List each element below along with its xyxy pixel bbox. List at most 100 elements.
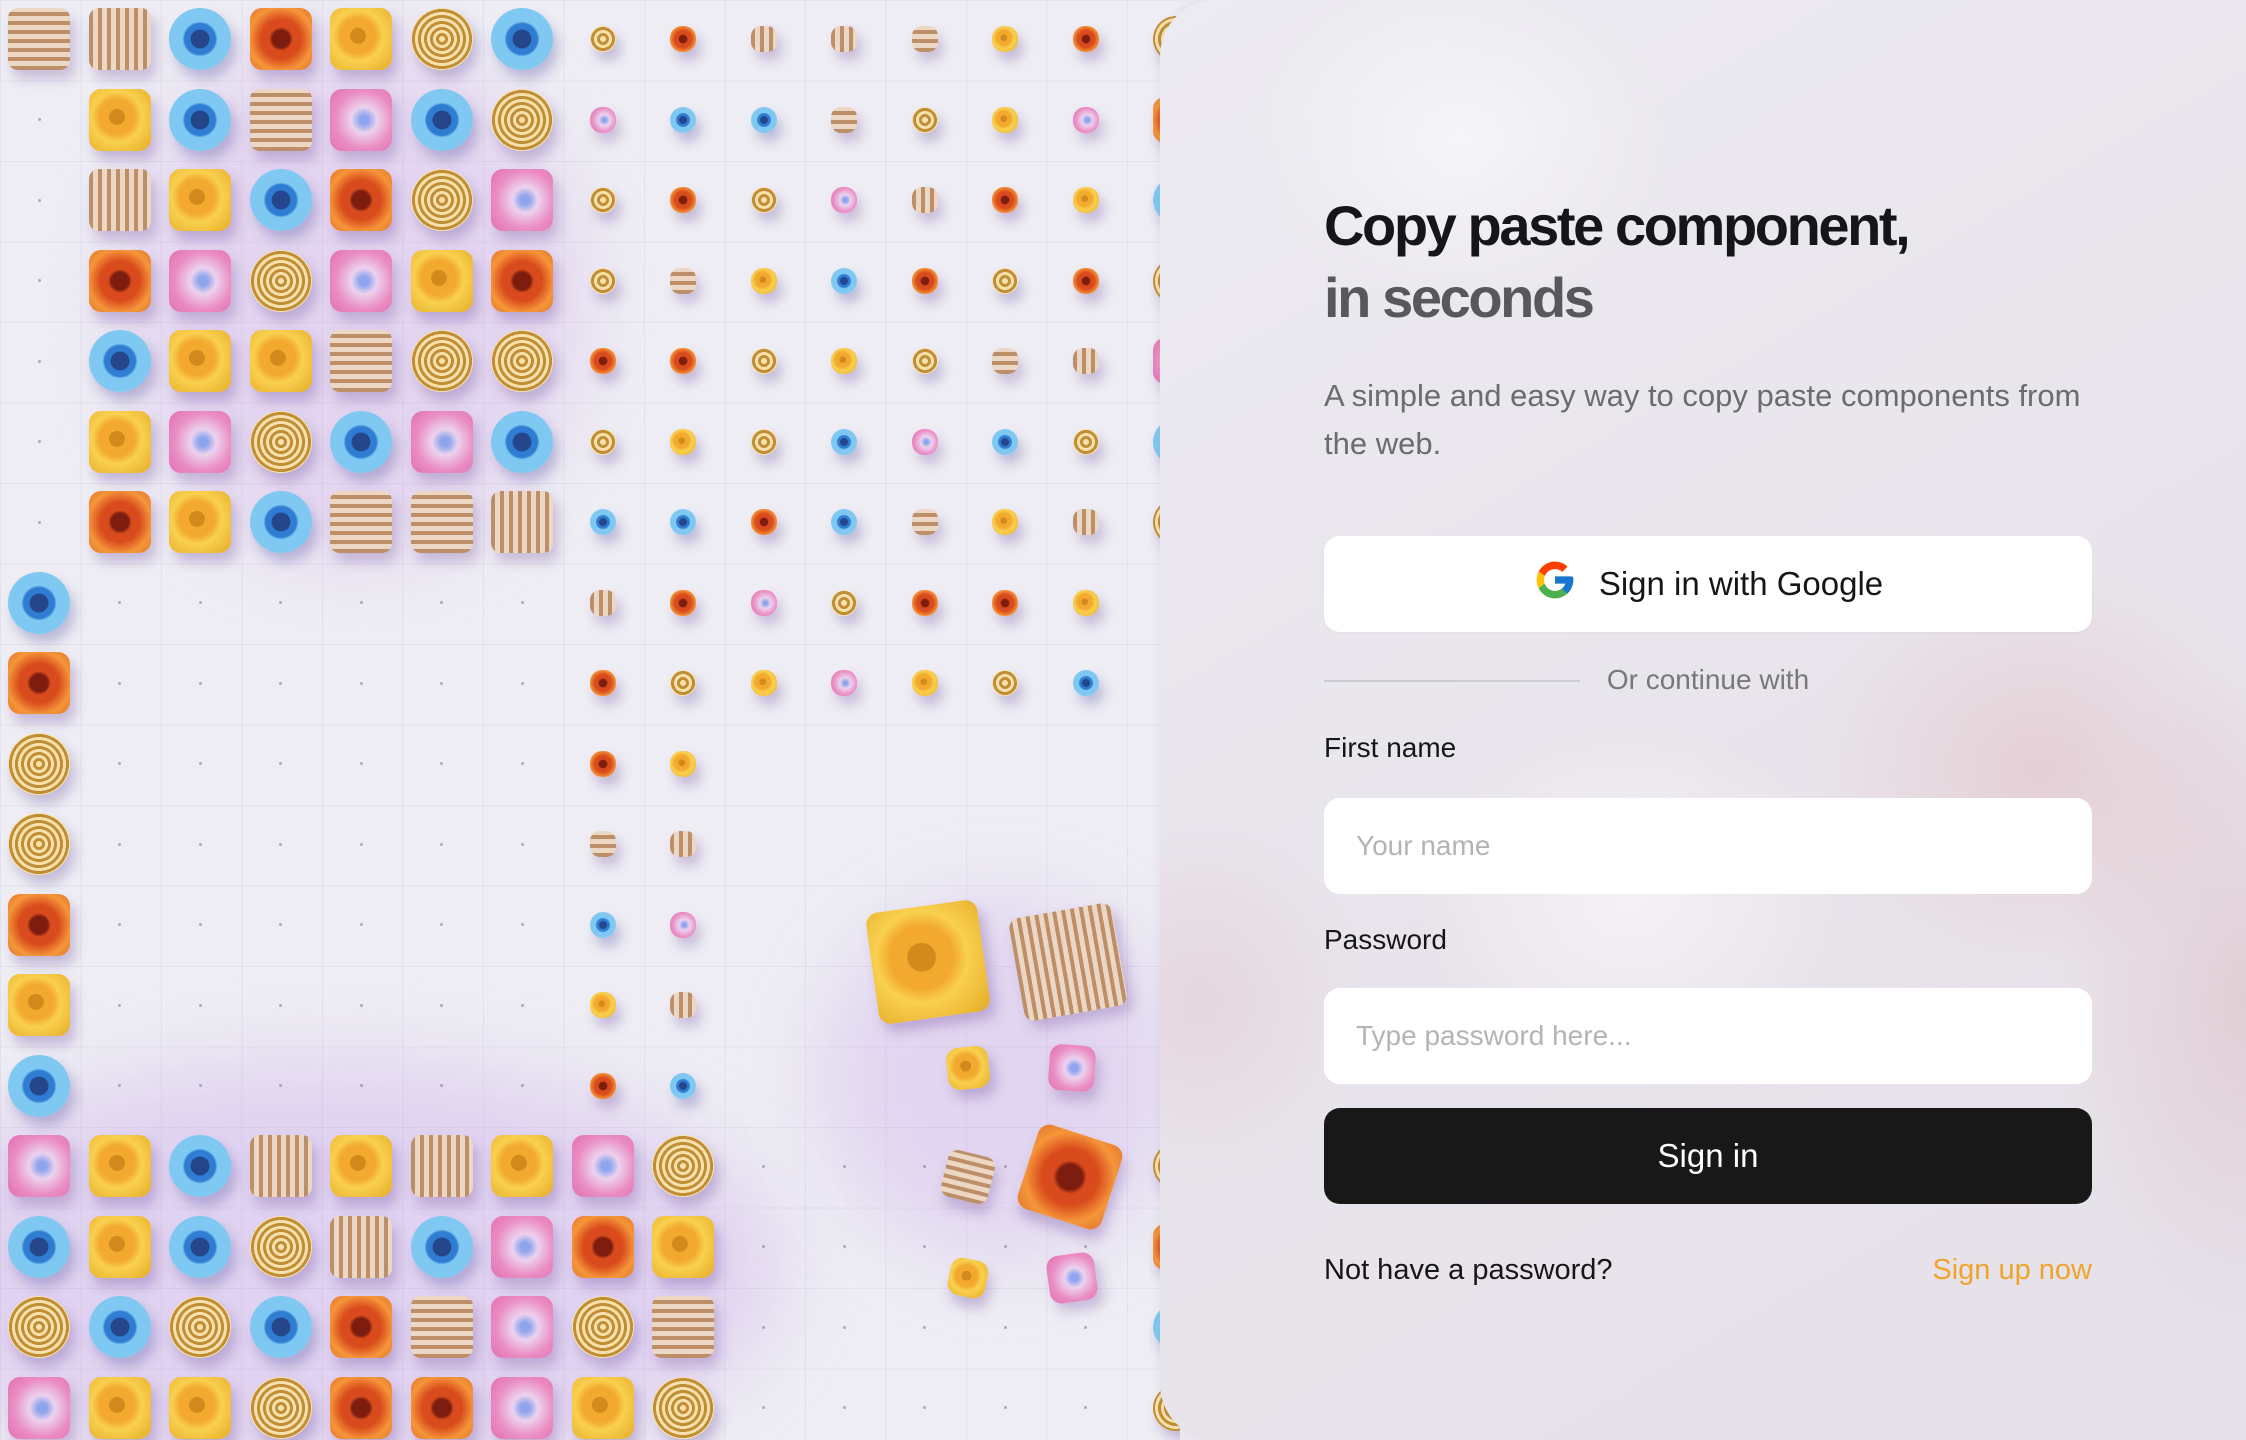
- decor-dot: [762, 1325, 765, 1329]
- sign-in-button[interactable]: Sign in: [1324, 1108, 2092, 1204]
- decor-tile: [670, 992, 696, 1018]
- decor-dot: [37, 279, 41, 282]
- decor-dot: [923, 1164, 926, 1168]
- decor-tile: [491, 169, 553, 231]
- decor-dot: [842, 1406, 846, 1409]
- decor-tile: [330, 8, 392, 70]
- decor-dot: [520, 1084, 524, 1087]
- decor-tile: [911, 26, 938, 52]
- decor-dot: [1003, 1245, 1007, 1248]
- decor-dot: [440, 681, 443, 685]
- decor-tile: [249, 330, 312, 392]
- google-button-label: Sign in with Google: [1598, 565, 1884, 602]
- decor-tile: [169, 1376, 231, 1439]
- decor-tile: [330, 491, 392, 553]
- decor-tile: [8, 974, 70, 1036]
- decor-tile: [911, 106, 938, 133]
- decor-tile: [249, 1296, 312, 1358]
- google-sign-in-button[interactable]: Sign in with Google: [1324, 536, 2092, 632]
- decor-tile: [670, 187, 696, 213]
- decor-dot: [118, 1084, 121, 1087]
- decor-tile: [831, 348, 857, 374]
- decor-dot: [359, 842, 363, 846]
- decor-tile: [750, 187, 777, 213]
- decor-dot: [520, 681, 524, 685]
- decor-dot: [118, 842, 121, 846]
- first-name-input[interactable]: [1324, 798, 2092, 894]
- decor-tile: [169, 410, 231, 473]
- decor-tile: [944, 1044, 992, 1092]
- divider: Or continue with: [1324, 664, 2092, 696]
- decor-dot: [279, 601, 282, 604]
- decor-tile: [1072, 106, 1099, 133]
- decor-tile: [652, 1215, 714, 1278]
- title-line-1: Copy paste component,: [1324, 194, 1911, 257]
- decor-tile: [670, 267, 696, 294]
- decor-tile: [652, 1376, 714, 1439]
- first-name-label: First name: [1324, 732, 1457, 763]
- decor-tile: [249, 491, 312, 553]
- decor-tile: [8, 1215, 70, 1278]
- decor-tile: [831, 267, 857, 294]
- decor-tile: [410, 1215, 473, 1278]
- decor-dot: [520, 1003, 524, 1007]
- decor-dot: [37, 440, 41, 443]
- signup-question: Not have a password?: [1324, 1254, 1613, 1286]
- decor-tile: [652, 1296, 714, 1358]
- decor-dot: [762, 1406, 765, 1409]
- decor-tile: [750, 26, 777, 52]
- decor-tile: [589, 670, 616, 696]
- page-subtitle: A simple and easy way to copy paste comp…: [1324, 378, 2081, 461]
- decor-tile: [169, 330, 231, 392]
- decor-tile: [831, 26, 857, 52]
- decor-dot: [1003, 1406, 1007, 1409]
- decor-dot: [1003, 1325, 1007, 1329]
- decor-dot: [440, 923, 443, 926]
- decor-tile: [589, 992, 616, 1018]
- decor-dot: [198, 601, 202, 604]
- decor-tile: [249, 410, 312, 473]
- decor-tile: [992, 26, 1018, 52]
- decor-dot: [118, 1003, 121, 1007]
- decor-tile: [249, 8, 312, 70]
- decor-tile: [169, 169, 231, 231]
- decor-tile: [911, 509, 938, 535]
- decor-dot: [923, 1325, 926, 1329]
- password-label: Password: [1324, 924, 1447, 955]
- sign-in-form: Copy paste component, in seconds A simpl…: [1324, 190, 2092, 1288]
- decor-dot: [1003, 1164, 1007, 1168]
- sign-up-link[interactable]: Sign up now: [1932, 1252, 2092, 1288]
- decor-tile: [330, 1376, 392, 1439]
- decor-tile: [571, 1135, 634, 1197]
- decor-tile: [831, 670, 857, 696]
- decor-tile: [330, 1135, 392, 1197]
- decor-tile: [1072, 267, 1099, 294]
- decor-tile: [589, 911, 616, 938]
- decor-tile: [410, 491, 473, 553]
- decor-tile: [330, 1296, 392, 1358]
- decor-tile: [670, 911, 696, 938]
- password-input[interactable]: [1324, 988, 2092, 1084]
- decor-tile: [1072, 509, 1099, 535]
- decor-tile: [911, 428, 938, 455]
- decor-tile: [169, 491, 231, 553]
- decor-tile: [911, 187, 938, 213]
- decor-tile: [1007, 901, 1129, 1023]
- decor-tile: [249, 169, 312, 231]
- decor-tile: [491, 410, 553, 473]
- signup-prompt: Not have a password? Sign up now: [1324, 1252, 2092, 1288]
- decor-tile: [589, 348, 616, 374]
- decor-tile: [169, 88, 231, 151]
- decor-tile: [992, 670, 1018, 696]
- decor-tile: [249, 1376, 312, 1439]
- decor-dot: [1084, 1325, 1087, 1329]
- decor-tile: [88, 88, 151, 151]
- decor-dot: [118, 923, 121, 926]
- decor-dot: [520, 923, 524, 926]
- decor-tile: [249, 249, 312, 312]
- decor-tile: [249, 1215, 312, 1278]
- decor-tile: [410, 8, 473, 70]
- decor-dot: [198, 681, 202, 685]
- decor-dot: [198, 762, 202, 765]
- decor-tile: [831, 509, 857, 535]
